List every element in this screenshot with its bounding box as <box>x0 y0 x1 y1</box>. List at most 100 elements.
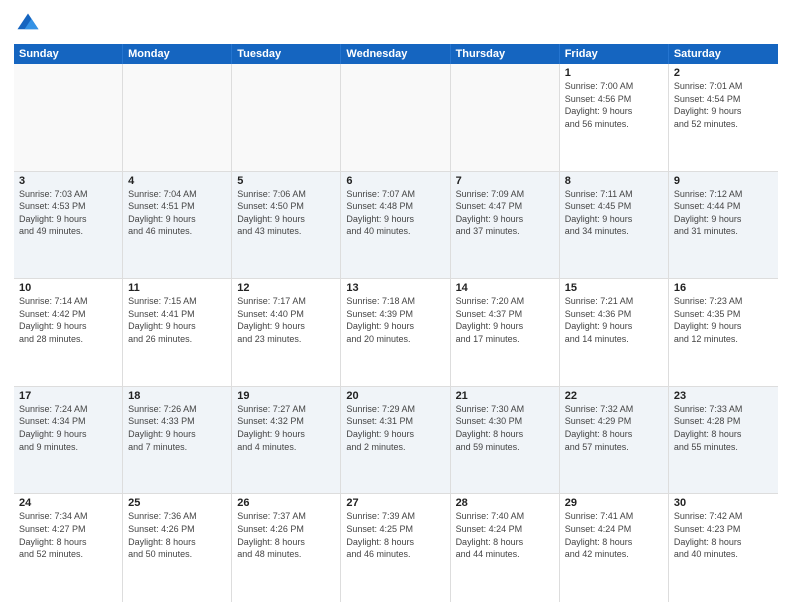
day-info: Sunrise: 7:40 AMSunset: 4:24 PMDaylight:… <box>456 510 554 560</box>
calendar-cell: 25Sunrise: 7:36 AMSunset: 4:26 PMDayligh… <box>123 494 232 602</box>
calendar-cell: 26Sunrise: 7:37 AMSunset: 4:26 PMDayligh… <box>232 494 341 602</box>
calendar-cell: 19Sunrise: 7:27 AMSunset: 4:32 PMDayligh… <box>232 387 341 494</box>
calendar-row-1: 3Sunrise: 7:03 AMSunset: 4:53 PMDaylight… <box>14 172 778 280</box>
day-info: Sunrise: 7:36 AMSunset: 4:26 PMDaylight:… <box>128 510 226 560</box>
day-info: Sunrise: 7:34 AMSunset: 4:27 PMDaylight:… <box>19 510 117 560</box>
day-number: 1 <box>565 67 663 79</box>
calendar-cell: 28Sunrise: 7:40 AMSunset: 4:24 PMDayligh… <box>451 494 560 602</box>
calendar-cell: 24Sunrise: 7:34 AMSunset: 4:27 PMDayligh… <box>14 494 123 602</box>
day-info: Sunrise: 7:09 AMSunset: 4:47 PMDaylight:… <box>456 188 554 238</box>
day-info: Sunrise: 7:03 AMSunset: 4:53 PMDaylight:… <box>19 188 117 238</box>
day-info: Sunrise: 7:33 AMSunset: 4:28 PMDaylight:… <box>674 403 773 453</box>
calendar-cell <box>451 64 560 171</box>
day-info: Sunrise: 7:30 AMSunset: 4:30 PMDaylight:… <box>456 403 554 453</box>
calendar-cell: 4Sunrise: 7:04 AMSunset: 4:51 PMDaylight… <box>123 172 232 279</box>
calendar-row-0: 1Sunrise: 7:00 AMSunset: 4:56 PMDaylight… <box>14 64 778 172</box>
calendar-cell: 2Sunrise: 7:01 AMSunset: 4:54 PMDaylight… <box>669 64 778 171</box>
day-info: Sunrise: 7:32 AMSunset: 4:29 PMDaylight:… <box>565 403 663 453</box>
day-number: 24 <box>19 497 117 509</box>
calendar-cell: 14Sunrise: 7:20 AMSunset: 4:37 PMDayligh… <box>451 279 560 386</box>
calendar-cell: 20Sunrise: 7:29 AMSunset: 4:31 PMDayligh… <box>341 387 450 494</box>
day-number: 17 <box>19 390 117 402</box>
logo <box>14 10 46 38</box>
day-number: 29 <box>565 497 663 509</box>
day-info: Sunrise: 7:04 AMSunset: 4:51 PMDaylight:… <box>128 188 226 238</box>
calendar-cell: 27Sunrise: 7:39 AMSunset: 4:25 PMDayligh… <box>341 494 450 602</box>
calendar-cell: 10Sunrise: 7:14 AMSunset: 4:42 PMDayligh… <box>14 279 123 386</box>
calendar-cell: 3Sunrise: 7:03 AMSunset: 4:53 PMDaylight… <box>14 172 123 279</box>
day-number: 26 <box>237 497 335 509</box>
day-number: 3 <box>19 175 117 187</box>
day-number: 16 <box>674 282 773 294</box>
day-number: 2 <box>674 67 773 79</box>
day-number: 5 <box>237 175 335 187</box>
day-info: Sunrise: 7:39 AMSunset: 4:25 PMDaylight:… <box>346 510 444 560</box>
calendar-row-2: 10Sunrise: 7:14 AMSunset: 4:42 PMDayligh… <box>14 279 778 387</box>
day-number: 20 <box>346 390 444 402</box>
day-number: 8 <box>565 175 663 187</box>
day-number: 14 <box>456 282 554 294</box>
day-number: 30 <box>674 497 773 509</box>
calendar-cell <box>123 64 232 171</box>
day-number: 13 <box>346 282 444 294</box>
calendar-cell: 18Sunrise: 7:26 AMSunset: 4:33 PMDayligh… <box>123 387 232 494</box>
header-cell-thursday: Thursday <box>451 44 560 64</box>
calendar-cell: 22Sunrise: 7:32 AMSunset: 4:29 PMDayligh… <box>560 387 669 494</box>
calendar-cell: 7Sunrise: 7:09 AMSunset: 4:47 PMDaylight… <box>451 172 560 279</box>
day-info: Sunrise: 7:23 AMSunset: 4:35 PMDaylight:… <box>674 295 773 345</box>
day-number: 6 <box>346 175 444 187</box>
day-info: Sunrise: 7:12 AMSunset: 4:44 PMDaylight:… <box>674 188 773 238</box>
day-number: 22 <box>565 390 663 402</box>
day-info: Sunrise: 7:17 AMSunset: 4:40 PMDaylight:… <box>237 295 335 345</box>
calendar-header: SundayMondayTuesdayWednesdayThursdayFrid… <box>14 44 778 64</box>
day-info: Sunrise: 7:26 AMSunset: 4:33 PMDaylight:… <box>128 403 226 453</box>
day-info: Sunrise: 7:14 AMSunset: 4:42 PMDaylight:… <box>19 295 117 345</box>
day-info: Sunrise: 7:37 AMSunset: 4:26 PMDaylight:… <box>237 510 335 560</box>
day-info: Sunrise: 7:20 AMSunset: 4:37 PMDaylight:… <box>456 295 554 345</box>
calendar-row-4: 24Sunrise: 7:34 AMSunset: 4:27 PMDayligh… <box>14 494 778 602</box>
day-number: 7 <box>456 175 554 187</box>
calendar-cell: 1Sunrise: 7:00 AMSunset: 4:56 PMDaylight… <box>560 64 669 171</box>
calendar-cell: 17Sunrise: 7:24 AMSunset: 4:34 PMDayligh… <box>14 387 123 494</box>
calendar-cell: 9Sunrise: 7:12 AMSunset: 4:44 PMDaylight… <box>669 172 778 279</box>
calendar-cell: 23Sunrise: 7:33 AMSunset: 4:28 PMDayligh… <box>669 387 778 494</box>
header-cell-tuesday: Tuesday <box>232 44 341 64</box>
calendar-cell: 15Sunrise: 7:21 AMSunset: 4:36 PMDayligh… <box>560 279 669 386</box>
calendar-row-3: 17Sunrise: 7:24 AMSunset: 4:34 PMDayligh… <box>14 387 778 495</box>
day-info: Sunrise: 7:07 AMSunset: 4:48 PMDaylight:… <box>346 188 444 238</box>
day-number: 23 <box>674 390 773 402</box>
day-number: 25 <box>128 497 226 509</box>
day-number: 11 <box>128 282 226 294</box>
day-number: 12 <box>237 282 335 294</box>
header-cell-sunday: Sunday <box>14 44 123 64</box>
calendar-cell: 11Sunrise: 7:15 AMSunset: 4:41 PMDayligh… <box>123 279 232 386</box>
calendar-cell: 6Sunrise: 7:07 AMSunset: 4:48 PMDaylight… <box>341 172 450 279</box>
header-cell-friday: Friday <box>560 44 669 64</box>
calendar-body: 1Sunrise: 7:00 AMSunset: 4:56 PMDaylight… <box>14 64 778 602</box>
calendar-cell: 8Sunrise: 7:11 AMSunset: 4:45 PMDaylight… <box>560 172 669 279</box>
calendar-cell: 16Sunrise: 7:23 AMSunset: 4:35 PMDayligh… <box>669 279 778 386</box>
header-cell-saturday: Saturday <box>669 44 778 64</box>
calendar-cell: 13Sunrise: 7:18 AMSunset: 4:39 PMDayligh… <box>341 279 450 386</box>
day-info: Sunrise: 7:11 AMSunset: 4:45 PMDaylight:… <box>565 188 663 238</box>
day-info: Sunrise: 7:21 AMSunset: 4:36 PMDaylight:… <box>565 295 663 345</box>
day-number: 15 <box>565 282 663 294</box>
calendar-cell <box>14 64 123 171</box>
day-info: Sunrise: 7:24 AMSunset: 4:34 PMDaylight:… <box>19 403 117 453</box>
day-info: Sunrise: 7:15 AMSunset: 4:41 PMDaylight:… <box>128 295 226 345</box>
calendar-cell: 5Sunrise: 7:06 AMSunset: 4:50 PMDaylight… <box>232 172 341 279</box>
day-number: 28 <box>456 497 554 509</box>
day-number: 4 <box>128 175 226 187</box>
calendar: SundayMondayTuesdayWednesdayThursdayFrid… <box>14 44 778 602</box>
day-info: Sunrise: 7:00 AMSunset: 4:56 PMDaylight:… <box>565 80 663 130</box>
day-info: Sunrise: 7:27 AMSunset: 4:32 PMDaylight:… <box>237 403 335 453</box>
header-cell-monday: Monday <box>123 44 232 64</box>
day-info: Sunrise: 7:18 AMSunset: 4:39 PMDaylight:… <box>346 295 444 345</box>
calendar-cell: 29Sunrise: 7:41 AMSunset: 4:24 PMDayligh… <box>560 494 669 602</box>
calendar-cell: 30Sunrise: 7:42 AMSunset: 4:23 PMDayligh… <box>669 494 778 602</box>
day-number: 9 <box>674 175 773 187</box>
day-number: 27 <box>346 497 444 509</box>
day-number: 21 <box>456 390 554 402</box>
logo-icon <box>14 10 42 38</box>
day-number: 10 <box>19 282 117 294</box>
